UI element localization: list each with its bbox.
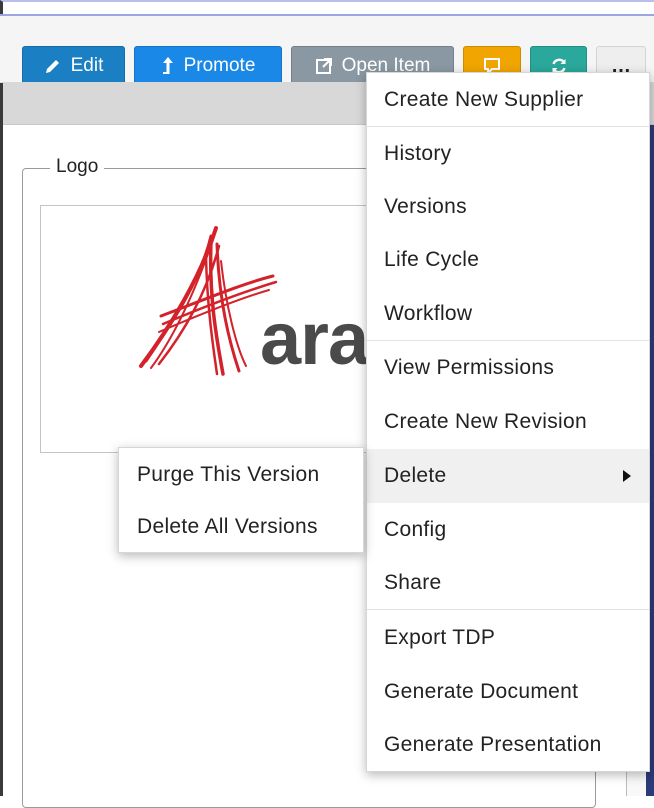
promote-arrow-icon — [161, 56, 175, 76]
external-link-icon — [315, 57, 333, 75]
menu-item-generate-presentation[interactable]: Generate Presentation — [367, 720, 649, 770]
pencil-icon — [44, 57, 62, 75]
menu-separator — [367, 340, 649, 341]
menu-item-life-cycle[interactable]: Life Cycle — [367, 235, 649, 285]
menu-separator — [367, 126, 649, 127]
submenu-item-delete-all-versions[interactable]: Delete All Versions — [119, 502, 363, 552]
menu-item-view-permissions[interactable]: View Permissions — [367, 343, 649, 393]
more-actions-menu: Create New Supplier History Versions Lif… — [366, 72, 650, 772]
menu-item-create-new-revision[interactable]: Create New Revision — [367, 397, 649, 447]
menu-item-config[interactable]: Config — [367, 505, 649, 555]
delete-submenu: Purge This Version Delete All Versions — [118, 447, 364, 553]
menu-item-workflow[interactable]: Workflow — [367, 289, 649, 339]
menu-item-delete[interactable]: Delete — [367, 449, 649, 503]
submenu-item-purge-this-version[interactable]: Purge This Version — [119, 450, 363, 500]
menu-item-create-new-supplier[interactable]: Create New Supplier — [367, 75, 649, 125]
menu-item-versions[interactable]: Versions — [367, 182, 649, 232]
submenu-arrow-icon — [623, 470, 631, 482]
logo-text: ara — [260, 297, 369, 380]
menu-item-history[interactable]: History — [367, 129, 649, 179]
edit-button[interactable]: Edit — [22, 46, 125, 86]
edit-label: Edit — [70, 55, 104, 76]
promote-button[interactable]: Promote — [134, 46, 282, 86]
menu-item-delete-label: Delete — [384, 464, 447, 487]
logo-legend: Logo — [50, 156, 105, 178]
promote-label: Promote — [183, 55, 256, 76]
menu-item-share[interactable]: Share — [367, 558, 649, 608]
menu-item-export-tdp[interactable]: Export TDP — [367, 613, 649, 663]
menu-separator — [367, 609, 649, 610]
menu-item-generate-document[interactable]: Generate Document — [367, 667, 649, 717]
